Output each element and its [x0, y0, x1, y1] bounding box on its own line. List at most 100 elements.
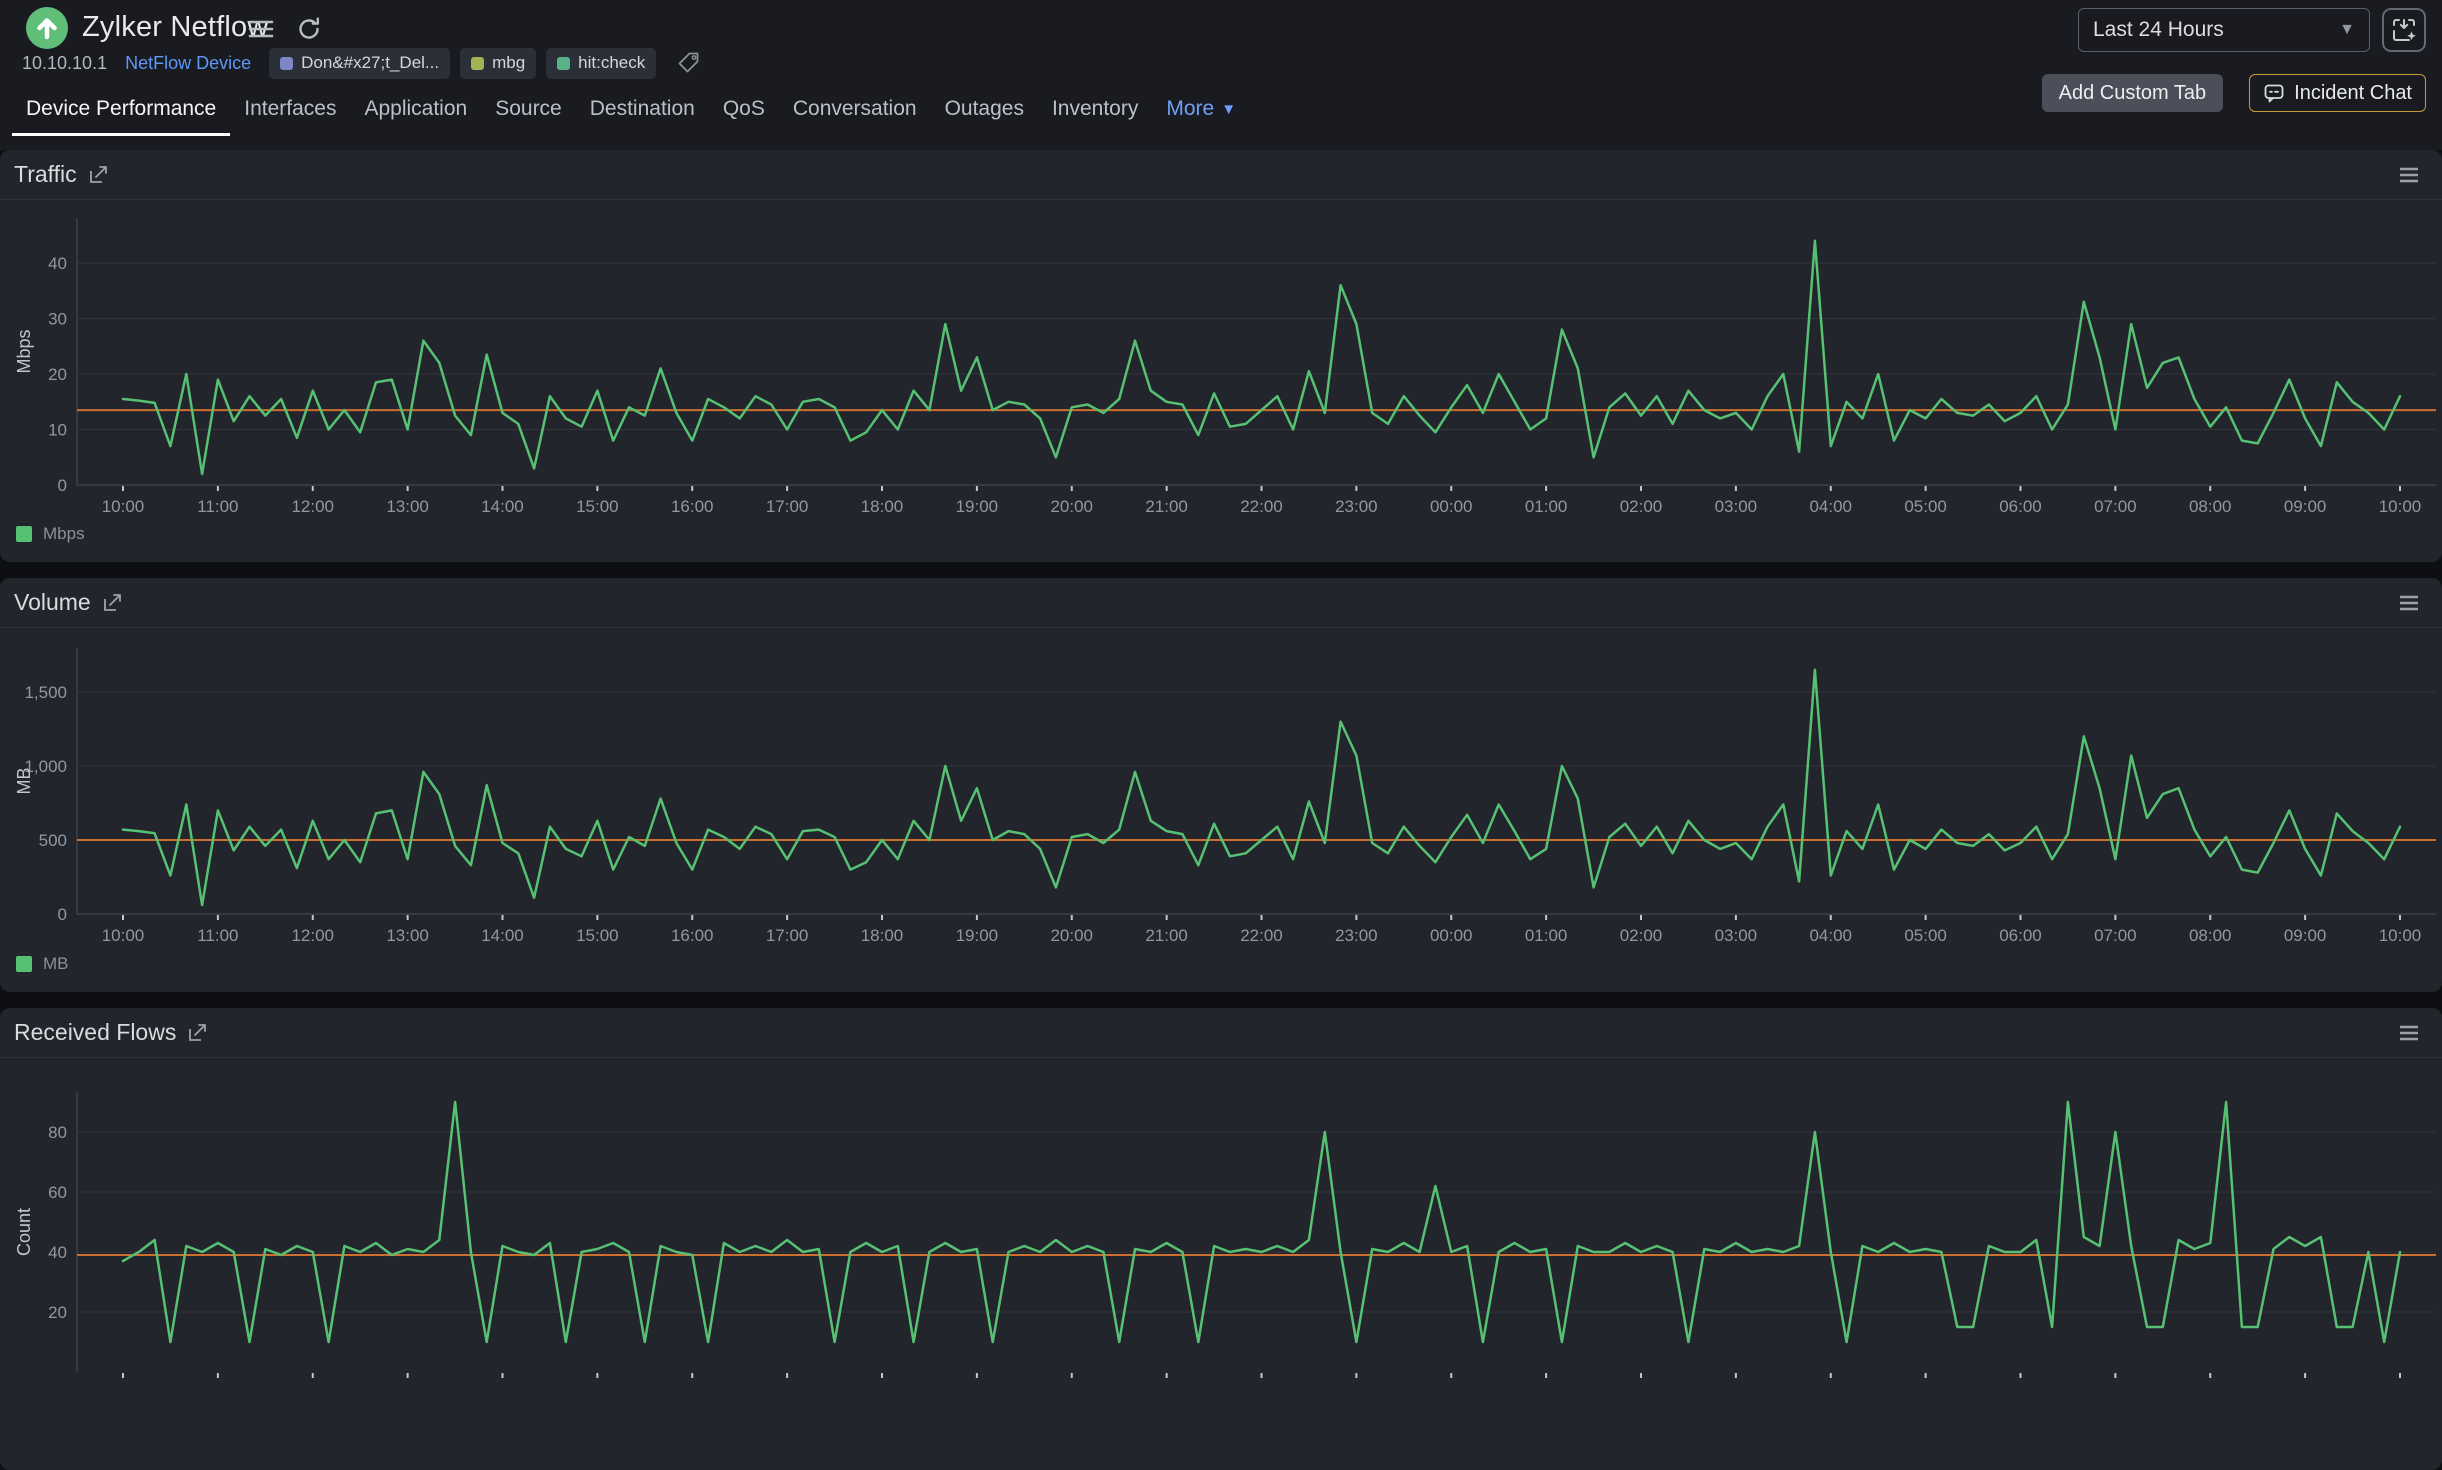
device-type-link[interactable]: NetFlow Device: [125, 53, 251, 74]
received-flows-panel-header: Received Flows: [0, 1008, 2442, 1058]
tab-qos[interactable]: QoS: [709, 84, 779, 136]
svg-text:10:00: 10:00: [102, 926, 145, 945]
svg-text:15:00: 15:00: [576, 497, 619, 516]
svg-text:0: 0: [58, 476, 67, 495]
svg-text:16:00: 16:00: [671, 497, 714, 516]
svg-text:MB: MB: [14, 768, 34, 795]
top-controls: Last 24 Hours ▼: [2078, 8, 2426, 52]
legend-item[interactable]: Mbps: [16, 524, 85, 544]
chevron-down-icon: ▼: [2339, 21, 2355, 39]
svg-text:06:00: 06:00: [1999, 497, 2042, 516]
svg-text:08:00: 08:00: [2189, 926, 2232, 945]
svg-text:02:00: 02:00: [1620, 497, 1663, 516]
svg-text:22:00: 22:00: [1240, 497, 1283, 516]
svg-text:00:00: 00:00: [1430, 926, 1473, 945]
svg-text:02:00: 02:00: [1620, 926, 1663, 945]
add-widget-icon: [2391, 17, 2417, 43]
svg-text:21:00: 21:00: [1145, 497, 1188, 516]
svg-text:11:00: 11:00: [197, 926, 238, 945]
header-button-row: Add Custom Tab Incident Chat: [2042, 74, 2426, 112]
svg-text:17:00: 17:00: [766, 926, 809, 945]
svg-text:60: 60: [48, 1183, 67, 1202]
svg-text:18:00: 18:00: [861, 926, 904, 945]
svg-text:06:00: 06:00: [1999, 926, 2042, 945]
svg-text:20: 20: [48, 1303, 67, 1322]
add-custom-tab-button[interactable]: Add Custom Tab: [2042, 74, 2224, 112]
received-flows-panel: 20406080Count Received Flows: [0, 1008, 2442, 1470]
traffic-chart[interactable]: 01020304010:0011:0012:0013:0014:0015:001…: [0, 150, 2442, 562]
incident-chat-label: Incident Chat: [2294, 82, 2412, 105]
svg-text:23:00: 23:00: [1335, 926, 1378, 945]
svg-text:40: 40: [48, 254, 67, 273]
received-flows-chart[interactable]: 20406080Count: [0, 1008, 2442, 1470]
panel-menu-icon[interactable]: [2398, 165, 2420, 190]
header-menu-icon[interactable]: [248, 16, 274, 42]
tag-icon[interactable]: [676, 50, 702, 76]
tab-application[interactable]: Application: [350, 84, 481, 136]
svg-text:03:00: 03:00: [1715, 497, 1758, 516]
tab-device-performance[interactable]: Device Performance: [12, 84, 230, 136]
volume-panel: 05001,0001,50010:0011:0012:0013:0014:001…: [0, 578, 2442, 992]
tab-bar: Device PerformanceInterfacesApplicationS…: [12, 84, 1250, 136]
svg-text:30: 30: [48, 310, 67, 329]
tag-chip[interactable]: hit:check: [546, 48, 656, 79]
legend-swatch: [16, 526, 32, 542]
panel-menu-icon[interactable]: [2398, 593, 2420, 618]
svg-text:19:00: 19:00: [956, 497, 999, 516]
time-range-select[interactable]: Last 24 Hours ▼: [2078, 8, 2370, 52]
svg-text:01:00: 01:00: [1525, 497, 1568, 516]
svg-text:00:00: 00:00: [1430, 497, 1473, 516]
svg-text:04:00: 04:00: [1809, 926, 1852, 945]
svg-text:18:00: 18:00: [861, 497, 904, 516]
svg-text:10:00: 10:00: [2379, 926, 2422, 945]
svg-text:Mbps: Mbps: [14, 329, 34, 373]
tab-interfaces[interactable]: Interfaces: [230, 84, 350, 136]
expand-chart-icon[interactable]: [88, 164, 110, 186]
svg-text:16:00: 16:00: [671, 926, 714, 945]
tab-source[interactable]: Source: [481, 84, 576, 136]
svg-text:08:00: 08:00: [2189, 497, 2232, 516]
svg-text:80: 80: [48, 1123, 67, 1142]
expand-chart-icon[interactable]: [102, 592, 124, 614]
refresh-icon[interactable]: [296, 16, 322, 42]
volume-panel-header: Volume: [0, 578, 2442, 628]
tab-more[interactable]: More▼: [1152, 84, 1250, 136]
tab-inventory[interactable]: Inventory: [1038, 84, 1152, 136]
svg-text:23:00: 23:00: [1335, 497, 1378, 516]
legend-item[interactable]: MB: [16, 954, 69, 974]
expand-chart-icon[interactable]: [187, 1022, 209, 1044]
svg-text:11:00: 11:00: [197, 497, 238, 516]
app-header: Zylker Netflow 10.10.10.1 NetFlow Device…: [0, 0, 2442, 150]
chevron-down-icon: ▼: [1221, 101, 1236, 118]
panel-title: Volume: [14, 589, 91, 616]
tab-outages[interactable]: Outages: [931, 84, 1038, 136]
svg-text:07:00: 07:00: [2094, 926, 2137, 945]
svg-text:07:00: 07:00: [2094, 497, 2137, 516]
svg-text:500: 500: [39, 831, 67, 850]
device-ip: 10.10.10.1: [22, 53, 107, 74]
incident-chat-button[interactable]: Incident Chat: [2249, 74, 2426, 112]
svg-text:20:00: 20:00: [1050, 926, 1093, 945]
svg-text:14:00: 14:00: [481, 497, 524, 516]
legend-label: MB: [43, 954, 69, 974]
tab-destination[interactable]: Destination: [576, 84, 709, 136]
svg-text:10: 10: [48, 421, 67, 440]
add-widget-button[interactable]: [2382, 8, 2426, 52]
svg-text:21:00: 21:00: [1145, 926, 1188, 945]
svg-text:15:00: 15:00: [576, 926, 619, 945]
legend-label: Mbps: [43, 524, 85, 544]
panel-title: Traffic: [14, 161, 77, 188]
traffic-panel: 01020304010:0011:0012:0013:0014:0015:001…: [0, 150, 2442, 562]
volume-chart[interactable]: 05001,0001,50010:0011:0012:0013:0014:001…: [0, 578, 2442, 992]
svg-text:01:00: 01:00: [1525, 926, 1568, 945]
tag-chip[interactable]: Don&#x27;t_Del...: [269, 48, 450, 79]
svg-text:22:00: 22:00: [1240, 926, 1283, 945]
panel-menu-icon[interactable]: [2398, 1023, 2420, 1048]
svg-text:03:00: 03:00: [1715, 926, 1758, 945]
tag-chip[interactable]: mbg: [460, 48, 536, 79]
svg-text:09:00: 09:00: [2284, 926, 2327, 945]
svg-text:1,500: 1,500: [24, 683, 67, 702]
svg-text:17:00: 17:00: [766, 497, 809, 516]
tag-list: Don&#x27;t_Del... mbg hit:check: [269, 48, 656, 79]
tab-conversation[interactable]: Conversation: [779, 84, 931, 136]
